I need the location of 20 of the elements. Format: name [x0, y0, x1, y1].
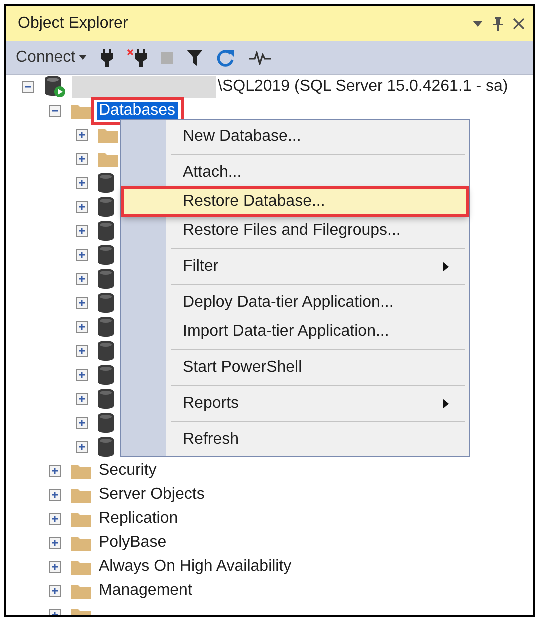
menu-item[interactable]: New Database...	[122, 122, 468, 151]
menu-item[interactable]: Restore Database...	[122, 187, 468, 216]
menu-item[interactable]: Attach...	[122, 158, 468, 187]
tree-node-label[interactable]: \SQL2019 (SQL Server 15.0.4261.1 - sa)	[216, 78, 510, 96]
menu-item[interactable]: Deploy Data-tier Application...	[122, 288, 468, 317]
menu-item[interactable]: Reports	[122, 389, 468, 418]
tree-node-label[interactable]: Management	[97, 582, 194, 600]
tree-node-label[interactable]: Security	[97, 462, 159, 480]
menu-item[interactable]: Refresh	[122, 425, 468, 454]
menu-item[interactable]: Import Data-tier Application...	[122, 317, 468, 346]
tree-node-label[interactable]: PolyBase	[97, 534, 169, 552]
tree-node-label[interactable]: Databases	[97, 102, 178, 120]
connect-button[interactable]: Connect	[16, 48, 87, 66]
menu-item[interactable]: Start PowerShell	[122, 353, 468, 382]
tree-node-label[interactable]: Always On High Availability	[97, 558, 294, 576]
menu-item[interactable]: Filter	[122, 252, 468, 281]
menu-item[interactable]: Restore Files and Filegroups...	[122, 216, 468, 245]
tree-node-label[interactable]: Replication	[97, 510, 180, 528]
tree-node-label[interactable]: Server Objects	[97, 486, 207, 504]
window-title: Object Explorer	[18, 14, 130, 32]
